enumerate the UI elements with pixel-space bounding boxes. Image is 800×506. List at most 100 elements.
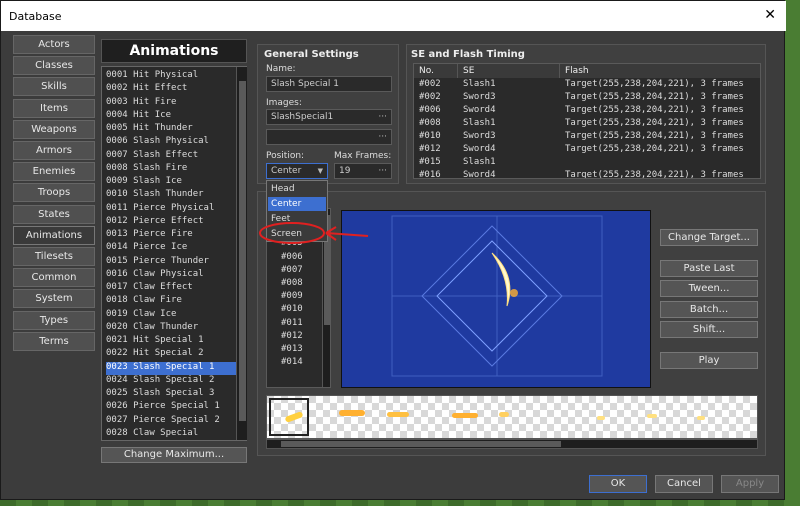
nav-item-enemies[interactable]: Enemies <box>13 162 95 182</box>
close-icon[interactable]: ✕ <box>764 7 776 23</box>
animation-list-item[interactable]: 0022 Hit Special 2 <box>106 348 236 361</box>
frame-list-item[interactable]: #008 <box>281 278 303 288</box>
cell-flash: Target(255,238,204,221), 3 frames <box>565 144 744 154</box>
table-row[interactable]: #008 Slash1 Target(255,238,204,221), 3 fra… <box>414 118 760 131</box>
nav-item-tilesets[interactable]: Tilesets <box>13 247 95 266</box>
nav-item-animations[interactable]: Animations <box>13 225 95 245</box>
frame-list-item[interactable]: #011 <box>281 318 303 328</box>
cell-sprite-5 <box>499 412 509 417</box>
animation-list-item[interactable]: 0013 Pierce Fire <box>106 229 236 242</box>
cell-se: Sword4 <box>463 170 496 179</box>
annotation-arrow <box>325 226 369 241</box>
animation-preview[interactable] <box>341 210 651 388</box>
name-field[interactable]: Slash Special 1 <box>266 76 392 92</box>
max-frames-label: Max Frames: <box>334 151 392 161</box>
ok-button[interactable]: OK <box>589 475 647 493</box>
max-frames-stepper-icon[interactable]: ··· <box>378 164 387 178</box>
image1-browse-icon[interactable]: ··· <box>378 110 387 124</box>
nav-item-weapons[interactable]: Weapons <box>13 119 95 139</box>
table-row[interactable]: #016 Sword4 Target(255,238,204,221), 3 fra… <box>414 170 760 179</box>
animation-list-item[interactable]: 0021 Hit Special 1 <box>106 335 236 348</box>
animation-list[interactable]: 0001 Hit Physical 0002 Hit Effect 0003 Hit… <box>101 66 247 441</box>
animation-list-item[interactable]: 0005 Hit Thunder <box>106 123 236 136</box>
list-scrollbar[interactable] <box>236 67 247 440</box>
image1-field[interactable]: SlashSpecial1 ··· <box>266 109 392 125</box>
animation-list-item[interactable]: 0010 Slash Thunder <box>106 189 236 202</box>
paste-last-button[interactable]: Paste Last <box>660 260 758 277</box>
column-header-no: No. <box>414 64 458 78</box>
change-target-button[interactable]: Change Target... <box>660 229 758 246</box>
animation-list-item[interactable]: 0007 Slash Effect <box>106 150 236 163</box>
position-option-head[interactable]: Head <box>268 182 326 196</box>
nav-item-troops[interactable]: Troops <box>13 183 95 203</box>
frame-list-item[interactable]: #014 <box>281 357 303 367</box>
animation-list-item[interactable]: 0009 Slash Ice <box>106 176 236 189</box>
max-frames-field[interactable]: 19 ··· <box>334 163 392 179</box>
frame-list-item[interactable]: #009 <box>281 291 303 301</box>
cell-sprite-3 <box>387 412 409 417</box>
animation-list-item[interactable]: 0011 Pierce Physical <box>106 203 236 216</box>
frame-list-item[interactable]: #013 <box>281 344 303 354</box>
animation-list-item[interactable]: 0003 Hit Fire <box>106 97 236 110</box>
animation-list-item[interactable]: 0019 Claw Ice <box>106 309 236 322</box>
animation-list-item[interactable]: 0017 Claw Effect <box>106 282 236 295</box>
animation-list-item[interactable]: 0006 Slash Physical <box>106 136 236 149</box>
palette-scroll-thumb[interactable] <box>281 441 561 447</box>
table-row[interactable]: #006 Sword4 Target(255,238,204,221), 3 fra… <box>414 105 760 118</box>
shift-button[interactable]: Shift... <box>660 321 758 338</box>
animation-list-item[interactable]: 0008 Slash Fire <box>106 163 236 176</box>
animation-list-item[interactable]: 0023 Slash Special 1 <box>106 361 236 375</box>
cell-no: #002 <box>419 92 441 102</box>
frame-list-item[interactable]: #007 <box>281 265 303 275</box>
nav-item-actors[interactable]: Actors <box>13 35 95 54</box>
table-row[interactable]: #002 Sword3 Target(255,238,204,221), 3 fra… <box>414 92 760 105</box>
position-select[interactable]: Center ▼ <box>266 163 328 179</box>
nav-item-states[interactable]: States <box>13 204 95 224</box>
nav-item-common-events[interactable]: Common Events <box>13 268 95 300</box>
animation-list-item[interactable]: 0002 Hit Effect <box>106 83 236 96</box>
play-button[interactable]: Play <box>660 352 758 369</box>
animation-list-item[interactable]: 0025 Slash Special 3 <box>106 388 236 401</box>
image2-field[interactable]: ··· <box>266 129 392 145</box>
nav-item-system[interactable]: System <box>13 289 95 309</box>
animation-list-item[interactable]: 0026 Pierce Special 1 <box>106 401 236 414</box>
animation-list-item[interactable]: 0024 Slash Special 2 <box>106 375 236 388</box>
table-row[interactable]: #010 Sword3 Target(255,238,204,221), 3 fra… <box>414 131 760 144</box>
animation-list-item[interactable]: 0027 Pierce Special 2 <box>106 415 236 428</box>
palette-scrollbar[interactable] <box>266 439 758 449</box>
animation-list-item[interactable]: 0012 Pierce Effect <box>106 216 236 229</box>
cancel-button[interactable]: Cancel <box>655 475 713 493</box>
nav-item-terms[interactable]: Terms <box>13 331 95 351</box>
table-row[interactable]: #002 Slash1 Target(255,238,204,221), 3 fra… <box>414 79 760 92</box>
animation-list-item[interactable]: 0016 Claw Physical <box>106 269 236 282</box>
se-flash-table[interactable]: No. SE Flash #002 Slash1 Target(255,238,20… <box>413 63 761 179</box>
animation-list-item[interactable]: 0018 Claw Fire <box>106 295 236 308</box>
animation-list-item[interactable]: 0014 Pierce Ice <box>106 242 236 255</box>
list-scroll-thumb[interactable] <box>239 81 246 421</box>
tween-button[interactable]: Tween... <box>660 280 758 297</box>
animation-list-item[interactable]: 0001 Hit Physical <box>106 70 236 83</box>
cell-se: Slash1 <box>463 157 496 167</box>
frame-list-item[interactable]: #012 <box>281 331 303 341</box>
nav-item-skills[interactable]: Skills <box>13 77 95 97</box>
change-maximum-button[interactable]: Change Maximum... <box>101 447 247 463</box>
slash-effect <box>491 252 511 307</box>
cell-palette-strip[interactable] <box>266 395 758 439</box>
nav-item-types[interactable]: Types <box>13 310 95 330</box>
frame-list-item[interactable]: #010 <box>281 304 303 314</box>
nav-item-armors[interactable]: Armors <box>13 141 95 160</box>
animation-list-item[interactable]: 0015 Pierce Thunder <box>106 256 236 269</box>
batch-button[interactable]: Batch... <box>660 301 758 318</box>
animation-list-item[interactable]: 0028 Claw Special <box>106 428 236 441</box>
spark-effect <box>510 289 518 297</box>
apply-button[interactable]: Apply <box>721 475 779 493</box>
nav-item-items[interactable]: Items <box>13 98 95 118</box>
table-row[interactable]: #015 Slash1 <box>414 157 760 170</box>
position-option-center[interactable]: Center <box>268 197 326 211</box>
image2-browse-icon[interactable]: ··· <box>378 130 387 144</box>
table-row[interactable]: #012 Sword4 Target(255,238,204,221), 3 fra… <box>414 144 760 157</box>
nav-item-classes[interactable]: Classes <box>13 56 95 76</box>
cell-se: Sword3 <box>463 131 496 141</box>
animation-list-item[interactable]: 0004 Hit Ice <box>106 110 236 123</box>
animation-list-item[interactable]: 0020 Claw Thunder <box>106 322 236 335</box>
